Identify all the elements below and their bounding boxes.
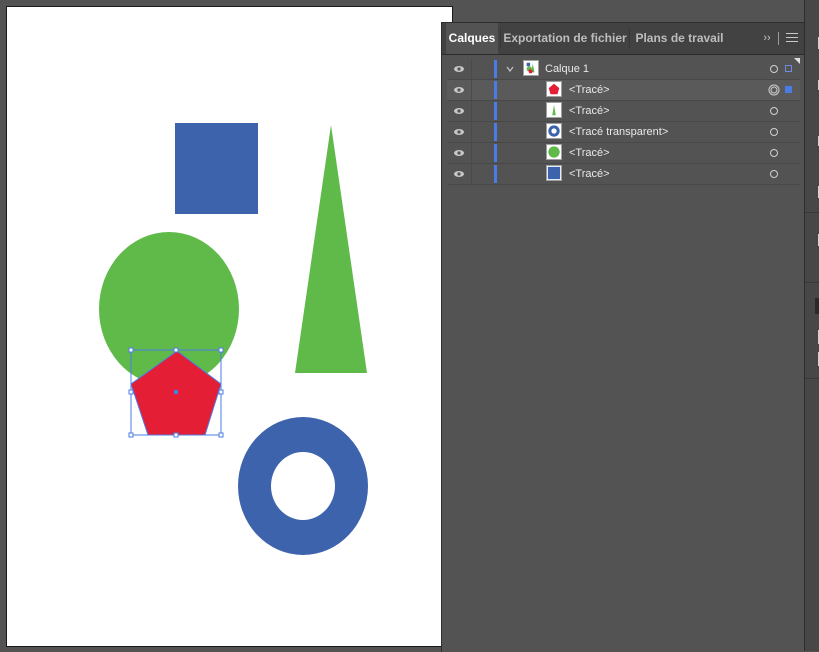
eye-icon[interactable] xyxy=(454,148,464,158)
pentagon-thumbnail xyxy=(546,81,562,97)
blue-square-shape[interactable] xyxy=(175,123,258,214)
corner-triangle-icon xyxy=(794,58,800,64)
tab-divider xyxy=(500,29,501,48)
layer-color-bar xyxy=(494,81,497,99)
path-name[interactable]: <Tracé> xyxy=(569,105,610,117)
hamburger-menu-icon[interactable] xyxy=(786,33,798,43)
layer-color-bar xyxy=(494,123,497,141)
path-name[interactable]: <Tracé transparent> xyxy=(569,126,668,138)
artboard-drawing xyxy=(99,123,368,555)
path-name[interactable]: <Tracé> xyxy=(569,168,610,180)
selection-indicator[interactable] xyxy=(785,65,792,72)
layer-color-bar xyxy=(494,60,497,78)
tab-plans-de-travail[interactable]: Plans de travail xyxy=(632,23,727,54)
layer-row-path[interactable]: <Tracé transparent> xyxy=(447,122,800,143)
tab-calques[interactable]: Calques xyxy=(446,23,498,54)
green-triangle-shape[interactable] xyxy=(295,125,367,373)
selection-handle[interactable] xyxy=(218,389,224,395)
triangle-thumbnail xyxy=(546,102,562,118)
lock-column[interactable] xyxy=(471,80,472,100)
layer-color-bar xyxy=(494,165,497,183)
artboard[interactable] xyxy=(6,6,453,647)
layer-row-calque-1[interactable]: Calque 1 xyxy=(447,58,800,80)
eye-icon[interactable] xyxy=(454,127,464,137)
target-circle-icon[interactable] xyxy=(770,107,778,115)
layer-row-path[interactable]: <Tracé> xyxy=(447,101,800,122)
target-double-circle-icon[interactable] xyxy=(768,84,780,96)
lock-column[interactable] xyxy=(471,164,472,184)
selection-handle[interactable] xyxy=(173,432,179,438)
panel-divider xyxy=(805,378,819,379)
lock-column[interactable] xyxy=(471,101,472,121)
selection-handle[interactable] xyxy=(128,347,134,353)
path-name[interactable]: <Tracé> xyxy=(569,84,610,96)
toolbar-divider xyxy=(778,32,779,45)
target-circle-icon[interactable] xyxy=(770,128,778,136)
eye-icon[interactable] xyxy=(454,106,464,116)
path-name[interactable]: <Tracé> xyxy=(569,147,610,159)
target-circle-icon[interactable] xyxy=(770,65,778,73)
selection-handle[interactable] xyxy=(173,347,179,353)
selection-handle[interactable] xyxy=(128,432,134,438)
adjacent-panel-strip[interactable] xyxy=(804,0,819,651)
layer-thumbnail xyxy=(523,60,539,76)
panel-divider xyxy=(805,212,819,213)
selection-handle[interactable] xyxy=(218,432,224,438)
circle-thumbnail xyxy=(546,144,562,160)
double-chevron-right-icon[interactable]: ›› xyxy=(760,31,774,45)
target-circle-icon[interactable] xyxy=(770,170,778,178)
eye-icon[interactable] xyxy=(454,85,464,95)
layer-color-bar xyxy=(494,102,497,120)
panel-tab-bar: Calques Exportation de fichier Plans de … xyxy=(442,23,805,55)
target-circle-icon[interactable] xyxy=(770,149,778,157)
panel-edge-mark xyxy=(815,298,819,314)
selection-handle[interactable] xyxy=(128,389,134,395)
ring-thumbnail xyxy=(546,123,562,139)
layer-row-path[interactable]: <Tracé> xyxy=(447,143,800,164)
selection-center-point xyxy=(174,390,178,394)
lock-column[interactable] xyxy=(471,59,472,79)
layer-row-path[interactable]: <Tracé> xyxy=(447,164,800,185)
selection-indicator[interactable] xyxy=(785,86,792,93)
layer-name[interactable]: Calque 1 xyxy=(545,63,589,75)
eye-icon[interactable] xyxy=(454,169,464,179)
tab-exportation-de-fichier[interactable]: Exportation de fichier xyxy=(503,23,627,54)
layers-list: Calque 1 <Tracé> <Tracé> <Tracé transpar… xyxy=(447,58,800,185)
layers-panel: Calques Exportation de fichier Plans de … xyxy=(441,22,805,652)
chevron-down-icon[interactable] xyxy=(505,64,515,74)
panel-divider xyxy=(805,282,819,283)
lock-column[interactable] xyxy=(471,143,472,163)
square-thumbnail xyxy=(546,165,562,181)
layer-row-path[interactable]: <Tracé> xyxy=(447,80,800,101)
lock-column[interactable] xyxy=(471,122,472,142)
layer-color-bar xyxy=(494,144,497,162)
eye-icon[interactable] xyxy=(454,64,464,74)
tab-divider xyxy=(629,29,630,48)
selection-handle[interactable] xyxy=(218,347,224,353)
blue-ring-shape[interactable] xyxy=(238,417,368,555)
